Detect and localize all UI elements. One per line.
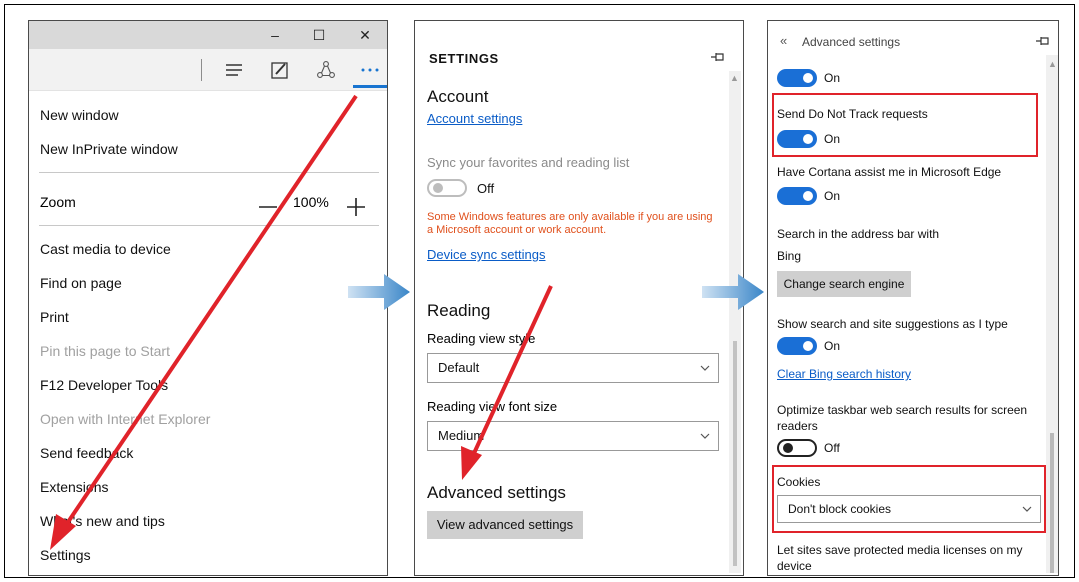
reading-view-style-label: Reading view style (427, 331, 536, 346)
browser-toolbar (29, 49, 387, 91)
chevron-down-icon (1022, 506, 1032, 512)
search-engine-label: Search in the address bar with (777, 227, 940, 241)
change-search-engine-button[interactable]: Change search engine (777, 271, 911, 297)
zoom-in-icon[interactable] (345, 191, 367, 216)
account-warning-text: Some Windows features are only available… (427, 211, 713, 236)
menu-separator (39, 225, 379, 226)
maximize-button[interactable]: ☐ (299, 21, 339, 49)
suggestions-toggle[interactable] (777, 337, 817, 355)
cortana-state: On (824, 189, 841, 203)
account-settings-link[interactable]: Account settings (427, 111, 522, 126)
menu-item-new-window[interactable]: New window (29, 98, 387, 132)
settings-scroll-thumb[interactable] (733, 341, 737, 566)
cookies-value: Don't block cookies (788, 502, 892, 516)
font-size-select[interactable]: Medium (427, 421, 719, 451)
view-advanced-settings-button[interactable]: View advanced settings (427, 511, 583, 539)
more-actions-icon[interactable] (355, 57, 385, 83)
menu-item-cast-media[interactable]: Cast media to device (29, 232, 387, 266)
font-size-label: Reading view font size (427, 399, 558, 414)
suggestions-state: On (824, 339, 841, 353)
menu-item-pin-to-start: Pin this page to Start (40, 343, 170, 359)
close-button[interactable]: ✕ (345, 21, 385, 49)
zoom-value: 100% (293, 194, 329, 210)
menu-item-extensions[interactable]: Extensions (29, 470, 387, 504)
menu-separator (39, 172, 379, 173)
advanced-scroll-thumb[interactable] (1050, 433, 1054, 573)
reading-heading: Reading (427, 301, 491, 320)
scroll-up-icon[interactable]: ▲ (730, 73, 739, 83)
menu-item-settings[interactable]: Settings (29, 538, 387, 572)
dnt-toggle[interactable] (777, 130, 817, 148)
minimize-button[interactable]: – (255, 21, 295, 49)
account-heading: Account (427, 87, 489, 106)
clear-bing-history-link[interactable]: Clear Bing search history (777, 367, 911, 381)
highlight-box-dnt (772, 93, 1038, 157)
sync-state: Off (477, 181, 495, 196)
menu-item-print[interactable]: Print (29, 300, 387, 334)
web-note-icon[interactable] (265, 57, 295, 83)
cookies-select[interactable]: Don't block cookies (777, 495, 1041, 523)
settings-header: SETTINGS (429, 51, 499, 66)
menu-item-new-inprivate-window[interactable]: New InPrivate window (29, 132, 387, 166)
chevron-down-icon (700, 365, 710, 371)
media-licenses-label-line1: Let sites save protected media licenses … (777, 543, 1023, 557)
window-titlebar: – ☐ ✕ (29, 21, 387, 49)
step-arrow-icon (348, 274, 410, 310)
device-sync-settings-link[interactable]: Device sync settings (427, 247, 546, 262)
hub-icon[interactable] (219, 57, 249, 83)
optimize-label-line2: readers (777, 419, 818, 433)
media-licenses-label-line2: device (777, 559, 812, 573)
zoom-row: Zoom 100% (29, 179, 387, 225)
zoom-label: Zoom (40, 194, 76, 210)
pin-icon[interactable] (711, 52, 725, 62)
menu-item-whats-new[interactable]: What's new and tips (29, 504, 387, 538)
pin-icon[interactable] (1036, 36, 1050, 46)
reading-view-style-select[interactable]: Default (427, 353, 719, 383)
more-menu: New window New InPrivate window Zoom 100… (29, 98, 387, 572)
cookies-label: Cookies (777, 475, 821, 489)
dnt-state: On (824, 132, 841, 146)
chevron-down-icon (700, 433, 710, 439)
cortana-toggle[interactable] (777, 187, 817, 205)
toolbar-separator (201, 59, 202, 81)
reading-view-style-value: Default (438, 360, 480, 375)
dnt-label: Send Do Not Track requests (777, 107, 928, 121)
advanced-settings-title: Advanced settings (802, 35, 901, 49)
edge-more-menu-panel: – ☐ ✕ New window New InPrivate window Zo… (28, 20, 388, 576)
back-chevron-icon[interactable]: « (780, 33, 787, 48)
top-toggle[interactable] (777, 69, 817, 87)
search-engine-value: Bing (777, 249, 802, 263)
advanced-settings-heading: Advanced settings (427, 483, 566, 502)
optimize-toggle[interactable] (777, 439, 817, 457)
sync-label: Sync your favorites and reading list (427, 155, 630, 170)
step-arrow-icon (702, 274, 764, 310)
optimize-label-line1: Optimize taskbar web search results for … (777, 403, 1028, 417)
menu-item-open-with-ie: Open with Internet Explorer (40, 411, 211, 427)
menu-item-send-feedback[interactable]: Send feedback (29, 436, 387, 470)
menu-item-f12-developer-tools[interactable]: F12 Developer Tools (29, 368, 387, 402)
more-active-indicator (353, 85, 387, 88)
menu-item-find-on-page[interactable]: Find on page (29, 266, 387, 300)
suggestions-label: Show search and site suggestions as I ty… (777, 317, 1008, 331)
cortana-label: Have Cortana assist me in Microsoft Edge (777, 165, 1002, 179)
share-icon[interactable] (311, 57, 341, 83)
scroll-up-icon[interactable]: ▲ (1048, 59, 1057, 69)
advanced-settings-panel: « Advanced settings ▲ On Send Do Not Tra… (767, 20, 1059, 576)
sync-toggle (427, 179, 467, 197)
optimize-state: Off (824, 441, 840, 455)
top-toggle-state: On (824, 71, 841, 85)
settings-panel: SETTINGS ▲ Account Account settings Sync… (414, 20, 744, 576)
zoom-out-icon[interactable] (257, 191, 279, 213)
font-size-value: Medium (438, 428, 485, 443)
